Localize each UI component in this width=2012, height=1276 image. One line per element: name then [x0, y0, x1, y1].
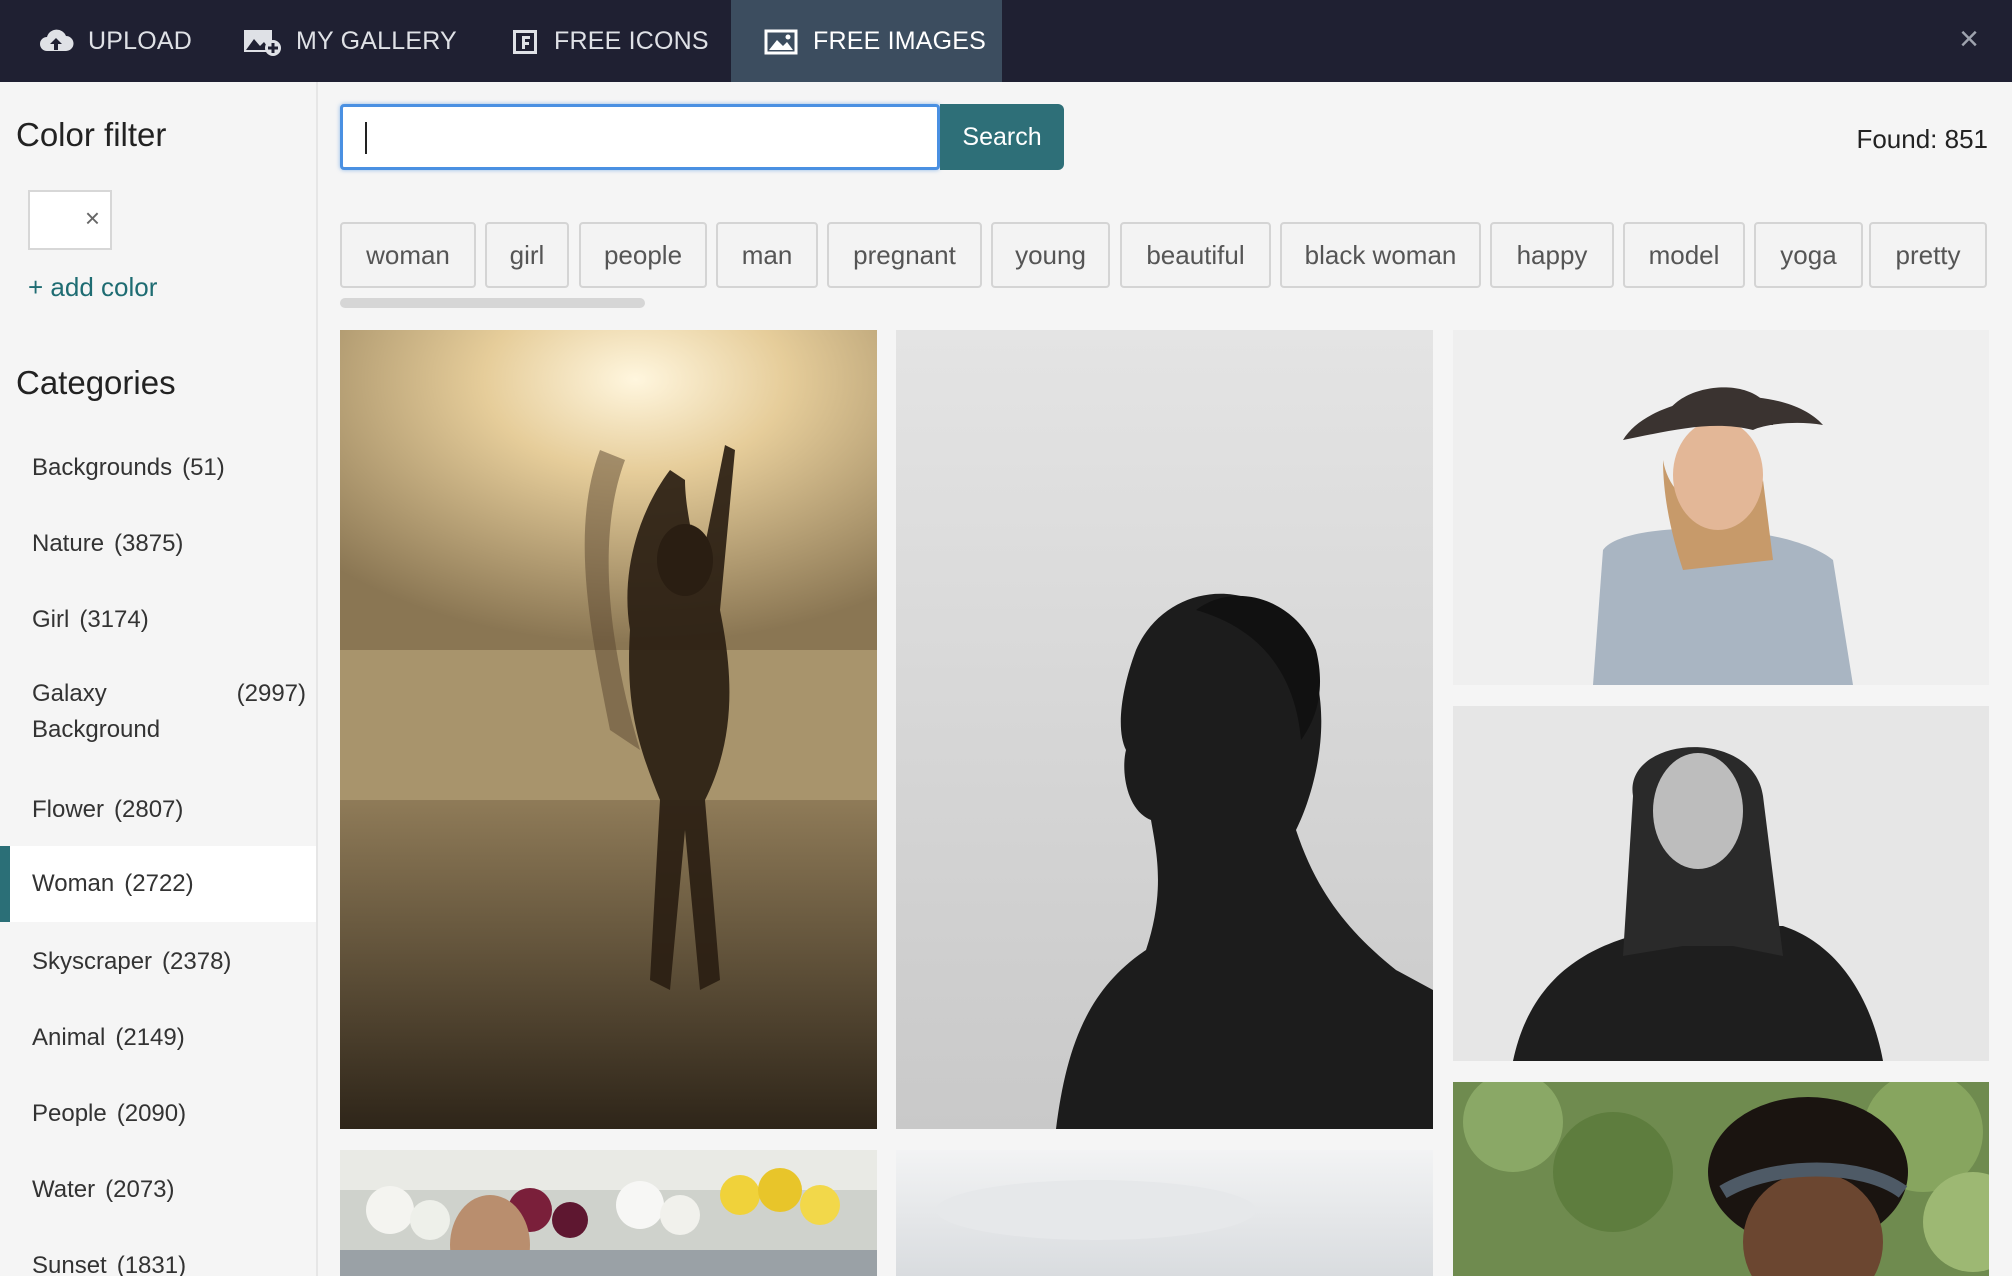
- category-name: Animal: [32, 1024, 106, 1051]
- category-count: (2149): [115, 1024, 185, 1051]
- add-color-link[interactable]: + add color: [28, 272, 157, 303]
- category-count: (3174): [79, 606, 149, 633]
- category-item-nature[interactable]: Nature (3875): [0, 506, 316, 582]
- category-item-galaxy-background[interactable]: Galaxy Background (2997): [0, 676, 316, 768]
- tag-chip[interactable]: woman: [340, 222, 476, 288]
- tag-chip[interactable]: people: [579, 222, 707, 288]
- category-item-girl[interactable]: Girl (3174): [0, 582, 316, 658]
- tab-free-images-label: FREE IMAGES: [813, 26, 987, 55]
- gallery-icon: [242, 23, 282, 59]
- tag-chip[interactable]: yoga: [1754, 222, 1863, 288]
- tag-chip[interactable]: happy: [1490, 222, 1614, 288]
- category-count: (2997): [236, 680, 306, 707]
- image-tile-woman-hat[interactable]: [1453, 330, 1989, 685]
- close-icon[interactable]: ×: [1952, 22, 1986, 56]
- category-name: Girl: [32, 606, 70, 633]
- category-item-sunset[interactable]: Sunset (1831): [0, 1228, 316, 1276]
- tab-my-gallery-label: MY GALLERY: [296, 26, 457, 55]
- tab-upload[interactable]: UPLOAD: [38, 0, 192, 82]
- category-count: (2090): [116, 1100, 187, 1127]
- category-name: Backgrounds: [32, 454, 173, 481]
- image-tile-bw-portrait[interactable]: [1453, 706, 1989, 1061]
- category-item-animal[interactable]: Animal (2149): [0, 1000, 316, 1076]
- category-name: Flower: [32, 796, 105, 823]
- category-count: (2073): [105, 1176, 175, 1203]
- category-count: (51): [182, 454, 225, 481]
- results-count: Found: 851: [1856, 124, 1988, 154]
- search-button[interactable]: Search: [940, 104, 1064, 170]
- category-name: Galaxy Background: [32, 680, 161, 743]
- category-name: People: [32, 1100, 107, 1127]
- category-item-backgrounds[interactable]: Backgrounds (51): [0, 430, 316, 506]
- tag-chip[interactable]: beautiful: [1120, 222, 1271, 288]
- image-tile-cloudy-sky[interactable]: [896, 1150, 1433, 1276]
- category-count: (1831): [116, 1252, 187, 1276]
- tags-scrollbar[interactable]: [340, 298, 645, 308]
- category-item-people[interactable]: People (2090): [0, 1076, 316, 1152]
- category-name: Sunset: [32, 1252, 107, 1276]
- cloud-upload-icon: [38, 23, 74, 59]
- category-count: (2378): [162, 948, 232, 975]
- category-name: Nature: [32, 530, 105, 557]
- image-tile-flower-market[interactable]: [340, 1150, 877, 1276]
- tab-free-icons[interactable]: FREE ICONS: [510, 0, 709, 82]
- tag-chip[interactable]: young: [991, 222, 1110, 288]
- remove-color-icon[interactable]: ×: [85, 204, 100, 232]
- image-tile-smiling-woman[interactable]: [1453, 1082, 1989, 1276]
- tag-chip[interactable]: model: [1623, 222, 1745, 288]
- category-item-skyscraper[interactable]: Skyscraper (2378): [0, 924, 316, 1000]
- category-name: Skyscraper: [32, 948, 153, 975]
- tag-chip[interactable]: black woman: [1280, 222, 1481, 288]
- category-name: Water: [32, 1176, 96, 1203]
- tab-my-gallery[interactable]: MY GALLERY: [242, 0, 457, 82]
- image-tile-beach-silhouette[interactable]: [340, 330, 877, 1129]
- category-count: (2722): [124, 870, 194, 897]
- color-filter-title: Color filter: [16, 116, 167, 153]
- icon-pack-icon: [510, 23, 540, 59]
- top-tab-bar: UPLOAD MY GALLERY FREE ICONS FREE IMAGES…: [0, 0, 2012, 82]
- tag-chip[interactable]: girl: [485, 222, 569, 288]
- tab-free-images[interactable]: FREE IMAGES: [731, 0, 1002, 82]
- text-caret: [365, 122, 367, 154]
- tag-chip[interactable]: pretty: [1869, 222, 1987, 288]
- category-name: Woman: [32, 870, 115, 897]
- tab-upload-label: UPLOAD: [88, 26, 193, 55]
- sidebar: Color filter × + add color Categories Ba…: [0, 82, 318, 1276]
- color-chip[interactable]: ×: [28, 190, 112, 250]
- image-icon: [763, 23, 799, 59]
- image-tile-bw-profile[interactable]: [896, 330, 1433, 1129]
- tag-chip[interactable]: pregnant: [827, 222, 982, 288]
- search-input[interactable]: [340, 104, 940, 170]
- tag-chip[interactable]: man: [716, 222, 818, 288]
- category-item-water[interactable]: Water (2073): [0, 1152, 316, 1228]
- tab-free-icons-label: FREE ICONS: [554, 26, 709, 55]
- category-item-woman[interactable]: Woman (2722): [0, 846, 316, 922]
- category-count: (2807): [114, 796, 184, 823]
- categories-title: Categories: [16, 364, 176, 401]
- category-item-flower[interactable]: Flower (2807): [0, 772, 316, 848]
- category-count: (3875): [114, 530, 184, 557]
